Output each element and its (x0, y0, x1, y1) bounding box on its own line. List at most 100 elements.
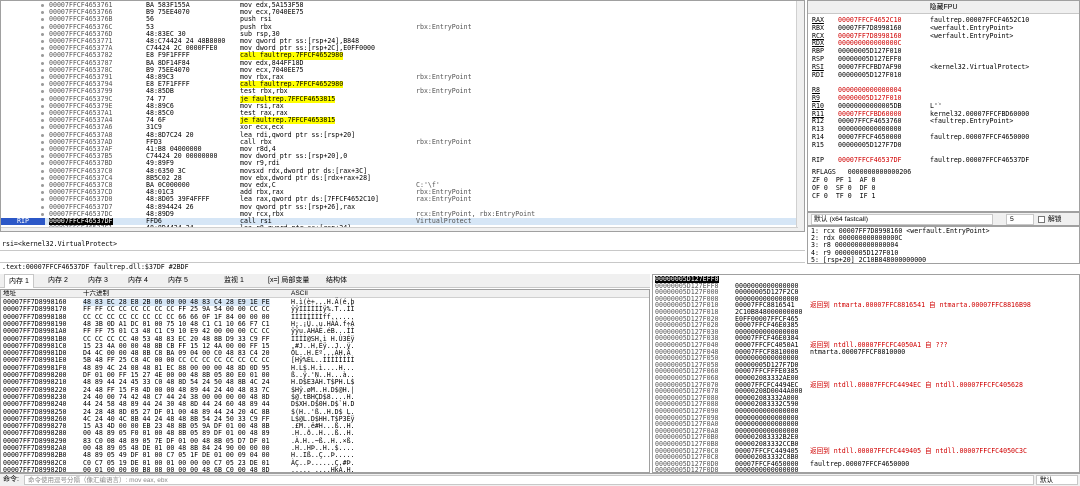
breakpoint-dot[interactable] (41, 162, 44, 166)
breakpoint-dot[interactable] (41, 126, 44, 130)
disasm-row[interactable]: 00007FFCF4653787 BA 8DF14F84 mov edx,844FF… (1, 59, 798, 67)
disasm-row[interactable]: 00007FFCF46537DC 48:89D9 mov rcx,rbx rcx:En… (1, 210, 798, 218)
stack-pane[interactable]: 00000005D127EFF0 00000005D127EFF8 00000000… (652, 274, 1080, 473)
call-argument-row[interactable]: 5: [rsp+20] 2C10B848000000000 (811, 256, 926, 264)
tab-1[interactable]: 内存 1 (4, 274, 34, 288)
tab-6[interactable]: 监视 1 (220, 274, 248, 288)
disasm-row[interactable]: 00007FFCF46537AF 41:B8 04000000 mov r8d,4 (1, 145, 798, 153)
tab-2[interactable]: 内存 2 (44, 274, 72, 288)
disasm-row[interactable]: 00007FFCF46537D7 48:894424 26 mov qword pt… (1, 203, 798, 211)
disasm-row[interactable]: 00007FFCF4653766 B9 75EE4070 mov ecx,7040E… (1, 8, 798, 16)
disasm-row[interactable]: 00007FFCF46537A4 74 6F je faultrep.7FFCF46… (1, 116, 798, 125)
tab-3[interactable]: 内存 3 (84, 274, 112, 288)
register-value[interactable]: 00007FFCFBD7AF90 (838, 63, 930, 71)
disasm-row[interactable]: 00007FFCF4653782 E8 F9F1FFFF call faultrep… (1, 52, 798, 60)
breakpoint-dot[interactable] (41, 76, 44, 79)
register-value[interactable]: 00007FFCF46537DF (838, 157, 930, 164)
breakpoint-dot[interactable] (41, 47, 44, 51)
disasm-row[interactable]: 00007FFCF46537AD FFD3 call rbx rbx:EntryPoi… (1, 138, 798, 146)
disasm-row[interactable]: 00007FFCF4653771 48:C74424 24 48B8000 mov … (1, 37, 798, 45)
dump-header-ascii[interactable]: ASCII (291, 290, 308, 298)
breakpoint-dot[interactable] (41, 40, 44, 43)
command-mode-select[interactable]: 默认 (1036, 475, 1078, 485)
disasm-row[interactable]: RIP 00007FFCF46537DF FFD6 call rsi VirtualPr… (1, 217, 798, 226)
disasm-row[interactable]: 00007FFCF46537A1 48:85C0 test rax,rax (1, 109, 798, 117)
hide-fpu-toggle[interactable]: 隐藏FPU (808, 1, 1079, 14)
register-row[interactable]: RIP 00007FFCF46537DF faultrep.00007FFCF465… (812, 157, 1029, 164)
disasm-row[interactable]: 00007FFCF465379E 48:89C6 mov rsi,rax (1, 102, 798, 110)
register-row[interactable]: R10 00000000000005DB L'ۛ' (812, 102, 942, 110)
breakpoint-dot[interactable] (41, 191, 44, 195)
disasm-row[interactable]: 00007FFCF46537C4 8B5C02 28 mov ebx,dword p… (1, 174, 798, 182)
arg-count-select[interactable]: 5 (1006, 214, 1034, 225)
pane-splitter[interactable] (0, 250, 805, 263)
breakpoint-dot[interactable] (41, 133, 44, 137)
memory-dump-pane[interactable]: 地址 十六进制 ASCII 00007FF7D8998160 48 83 EC 2… (0, 289, 650, 473)
disasm-row[interactable]: 00007FFCF46537D0 48:8D05 39F4FFFF lea rax,… (1, 196, 798, 203)
disasm-row[interactable]: 00007FFCF465376B 56 push rsi (1, 16, 798, 23)
breakpoint-dot[interactable] (41, 54, 44, 58)
unlock-checkbox[interactable] (1038, 216, 1045, 223)
register-row[interactable]: RSI 00007FFCFBD7AF90 <kernel32.VirtualProt… (812, 62, 1029, 71)
registers-pane[interactable]: 隐藏FPU RAX 00007FFCF4652C10 faultrep.00007F… (807, 0, 1080, 212)
disasm-row[interactable]: 00007FFCF465376D 48:83EC 30 sub rsp,30 (1, 30, 798, 38)
breakpoint-dot[interactable] (41, 155, 44, 159)
disasm-row[interactable]: 00007FFCF46537A8 48:8D7C24 20 lea rdi,qwor… (1, 131, 798, 139)
flags-row-3[interactable]: CF 0 TF 0 IF 1 (812, 192, 876, 200)
breakpoint-dot[interactable] (41, 198, 44, 202)
breakpoint-dot[interactable] (41, 112, 44, 115)
breakpoint-dot[interactable] (41, 104, 44, 108)
breakpoint-dot[interactable] (41, 83, 44, 87)
calling-convention-select[interactable]: 默认 (x64 fastcall) (811, 214, 993, 225)
breakpoint-dot[interactable] (41, 97, 44, 101)
disasm-row[interactable]: 00007FFCF46537CD 48:01C3 add rbx,rax rbx:En… (1, 188, 798, 196)
disassembly-vscroll[interactable] (796, 1, 804, 231)
breakpoint-dot[interactable] (41, 119, 44, 123)
call-arguments-list[interactable]: 1: rcx 00007FF7D8998160 <werfault.EntryP… (807, 226, 1080, 264)
register-row[interactable]: R15 00000005D127F7D0 (812, 141, 930, 149)
disasm-row[interactable]: 00007FFCF465379C 74 77 je faultrep.7FFCF46… (1, 95, 798, 103)
disasm-row[interactable]: 00007FFCF46537C8 BA 0C000000 mov edx,C C:'\… (1, 181, 798, 189)
register-value[interactable]: 00007FF7D8998160 (838, 24, 930, 32)
disasm-row[interactable]: 00007FFCF4653799 48:85DB test rbx,rbx rbx:E… (1, 88, 798, 95)
breakpoint-dot[interactable] (41, 140, 44, 144)
breakpoint-dot[interactable] (41, 68, 44, 72)
breakpoint-dot[interactable] (41, 169, 44, 173)
breakpoint-dot[interactable] (41, 18, 44, 22)
breakpoint-dot[interactable] (41, 212, 44, 216)
breakpoint-dot[interactable] (41, 4, 44, 7)
dump-header-address[interactable]: 地址 (3, 290, 16, 298)
breakpoint-dot[interactable] (41, 11, 44, 15)
register-name: RSI (812, 62, 824, 71)
breakpoint-dot[interactable] (41, 25, 44, 29)
breakpoint-dot[interactable] (41, 184, 44, 187)
disassembly-hscroll[interactable] (1, 227, 798, 231)
disasm-row[interactable]: 00007FFCF4653794 E8 E7F1FFFF call faultrep… (1, 80, 798, 89)
disasm-row[interactable]: 00007FFCF46537A6 31C9 xor ecx,ecx (1, 124, 798, 131)
command-input[interactable]: 命令使用逗号分隔（像汇编语言）: mov eax, ebx (24, 475, 1034, 485)
breakpoint-dot[interactable] (41, 90, 44, 94)
breakpoint-dot[interactable] (41, 205, 44, 209)
disasm-row[interactable]: 00007FFCF465377A C74424 2C 0000FFE0 mov dw… (1, 44, 798, 52)
tab-8[interactable]: 结构体 (322, 274, 351, 288)
breakpoint-dot[interactable] (41, 61, 44, 65)
breakpoint-dot[interactable] (41, 176, 44, 180)
register-value[interactable]: 00000005D127F7D0 (838, 141, 930, 149)
register-row[interactable]: RDI 00000005D127F010 (812, 71, 930, 79)
disasm-row[interactable]: 00007FFCF46537B5 C74424 20 00000000 mov dw… (1, 152, 798, 160)
disasm-row[interactable]: 00007FFCF46537C0 48:6350 3C movsxd rdx,dwo… (1, 167, 798, 175)
disassembly-pane[interactable]: 00007FFCF4653761 BA 583F155A mov edx,5A153… (0, 0, 805, 232)
disasm-row[interactable]: 00007FFCF46537BD 49:89F9 mov r9,rdi (1, 160, 798, 167)
disasm-row[interactable]: 00007FFCF4653791 48:89C3 mov rbx,rax rbx:En… (1, 73, 798, 81)
tab-4[interactable]: 内存 4 (124, 274, 152, 288)
tab-7[interactable]: [x=] 局部变量 (264, 274, 313, 288)
disasm-row[interactable]: 00007FFCF465376C 53 push rbx rbx:EntryPoint (1, 23, 798, 31)
breakpoint-dot[interactable] (41, 32, 44, 36)
disasm-row[interactable]: 00007FFCF4653761 BA 583F155A mov edx,5A153… (1, 1, 798, 9)
breakpoint-dot[interactable] (41, 148, 44, 151)
disasm-row[interactable]: 00007FFCF465378C B9 75EE4070 mov ecx,7040E… (1, 66, 798, 74)
tab-5[interactable]: 内存 5 (164, 274, 192, 288)
register-value[interactable]: 00000000000005DB (838, 102, 930, 110)
register-value[interactable]: 00000005D127F010 (838, 71, 930, 79)
dump-header-hex[interactable]: 十六进制 (83, 290, 109, 298)
